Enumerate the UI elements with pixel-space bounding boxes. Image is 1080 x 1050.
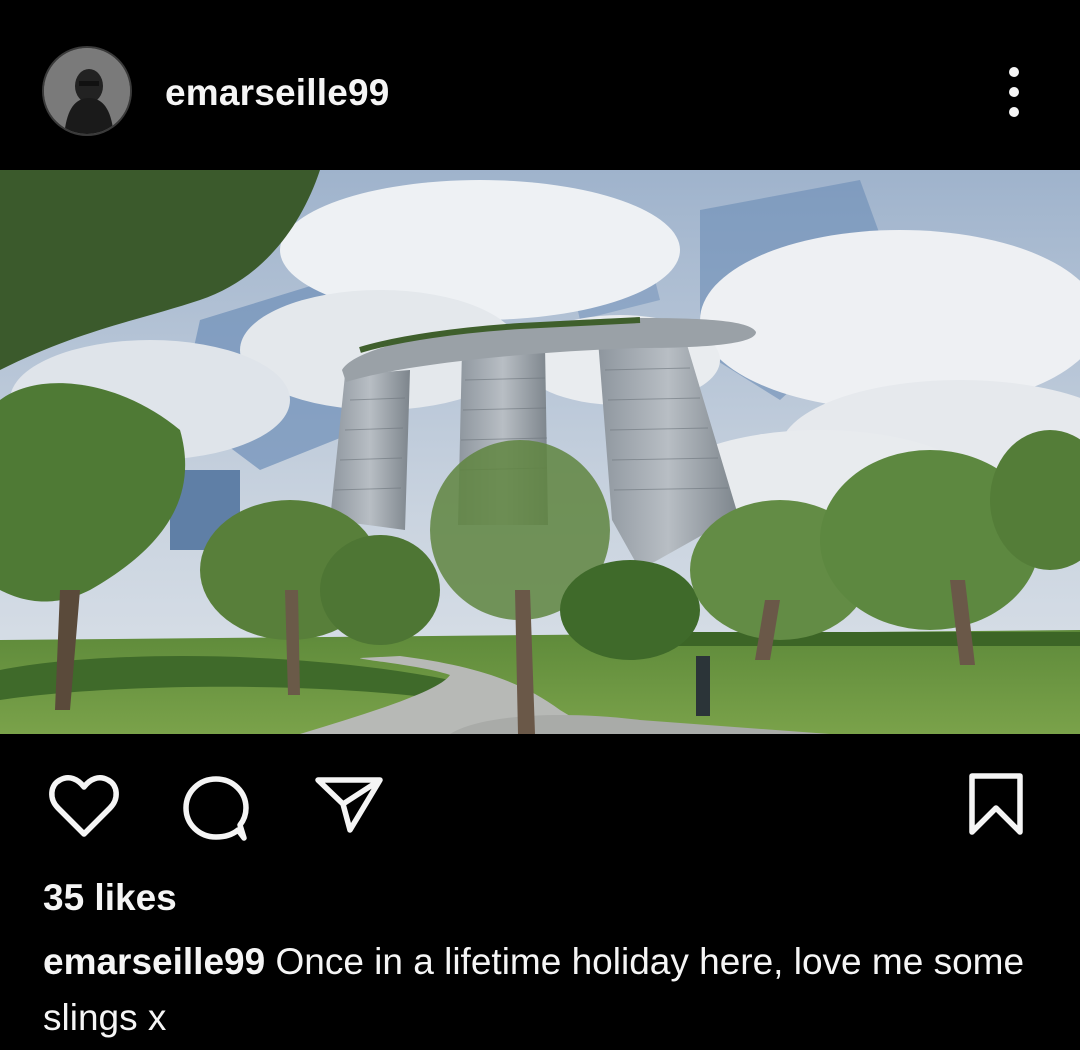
avatar-photo (44, 48, 130, 134)
post-actions (0, 734, 1080, 864)
post-image (0, 170, 1080, 734)
more-vertical-icon (1009, 67, 1019, 117)
post-photo[interactable] (0, 170, 1080, 734)
likes-count[interactable]: 35 likes (43, 877, 177, 919)
bookmark-icon (969, 773, 1023, 835)
post-caption: emarseille99 Once in a lifetime holiday … (43, 934, 1053, 1046)
more-options-button[interactable] (990, 62, 1038, 122)
like-button[interactable] (46, 768, 122, 844)
post-username[interactable]: emarseille99 (165, 72, 390, 114)
heart-icon (49, 775, 119, 837)
avatar[interactable] (42, 46, 132, 136)
share-button[interactable] (310, 768, 386, 844)
comment-button[interactable] (178, 768, 254, 844)
save-button[interactable] (958, 768, 1034, 844)
send-icon (315, 777, 383, 833)
comment-icon (183, 776, 249, 841)
caption-username[interactable]: emarseille99 (43, 941, 265, 982)
post-header: emarseille99 (0, 0, 1080, 170)
